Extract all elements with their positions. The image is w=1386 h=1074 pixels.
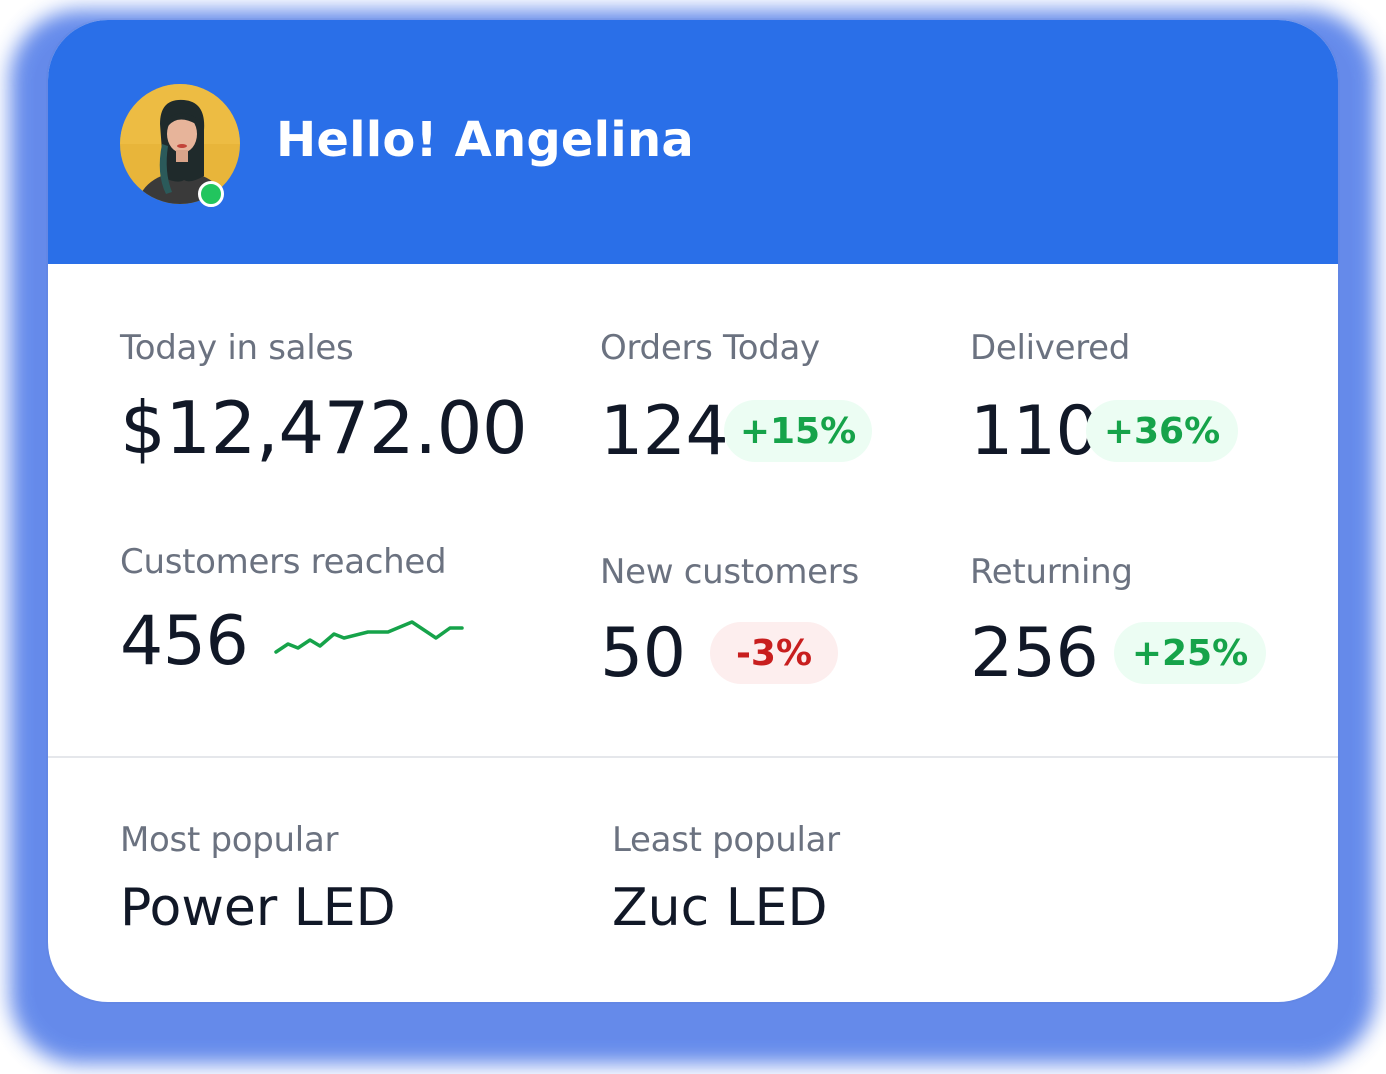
sales-summary-card: Hello! Angelina Today in sales $12,472.0… xyxy=(48,20,1338,1002)
returning-value: 256 xyxy=(970,614,1099,693)
returning-change-badge: +25% xyxy=(1114,622,1266,684)
orders-label: Orders Today xyxy=(600,328,820,368)
least-popular-value: Zuc LED xyxy=(612,878,828,938)
customers-label: Customers reached xyxy=(120,542,447,582)
avatar[interactable] xyxy=(120,84,240,204)
orders-change-badge: +15% xyxy=(724,400,872,462)
delivered-change-badge: +36% xyxy=(1086,400,1238,462)
card-header: Hello! Angelina xyxy=(48,20,1338,264)
section-divider xyxy=(48,756,1338,758)
new-customers-label: New customers xyxy=(600,552,859,592)
greeting-title: Hello! Angelina xyxy=(276,112,694,168)
new-customers-value: 50 xyxy=(600,614,686,693)
sales-label: Today in sales xyxy=(120,328,354,368)
orders-value: 124 xyxy=(600,392,729,471)
new-customers-change-badge: -3% xyxy=(710,622,838,684)
customers-trend-sparkline xyxy=(274,620,464,654)
most-popular-label: Most popular xyxy=(120,820,339,860)
most-popular-value: Power LED xyxy=(120,878,396,938)
customers-value: 456 xyxy=(120,602,249,681)
avatar-photo-icon xyxy=(120,84,240,204)
least-popular-label: Least popular xyxy=(612,820,840,860)
returning-label: Returning xyxy=(970,552,1133,592)
delivered-value: 110 xyxy=(970,392,1099,471)
online-status-indicator xyxy=(198,181,224,207)
widget-frame: Hello! Angelina Today in sales $12,472.0… xyxy=(0,0,1386,1074)
delivered-label: Delivered xyxy=(970,328,1131,368)
sales-value: $12,472.00 xyxy=(120,386,528,470)
